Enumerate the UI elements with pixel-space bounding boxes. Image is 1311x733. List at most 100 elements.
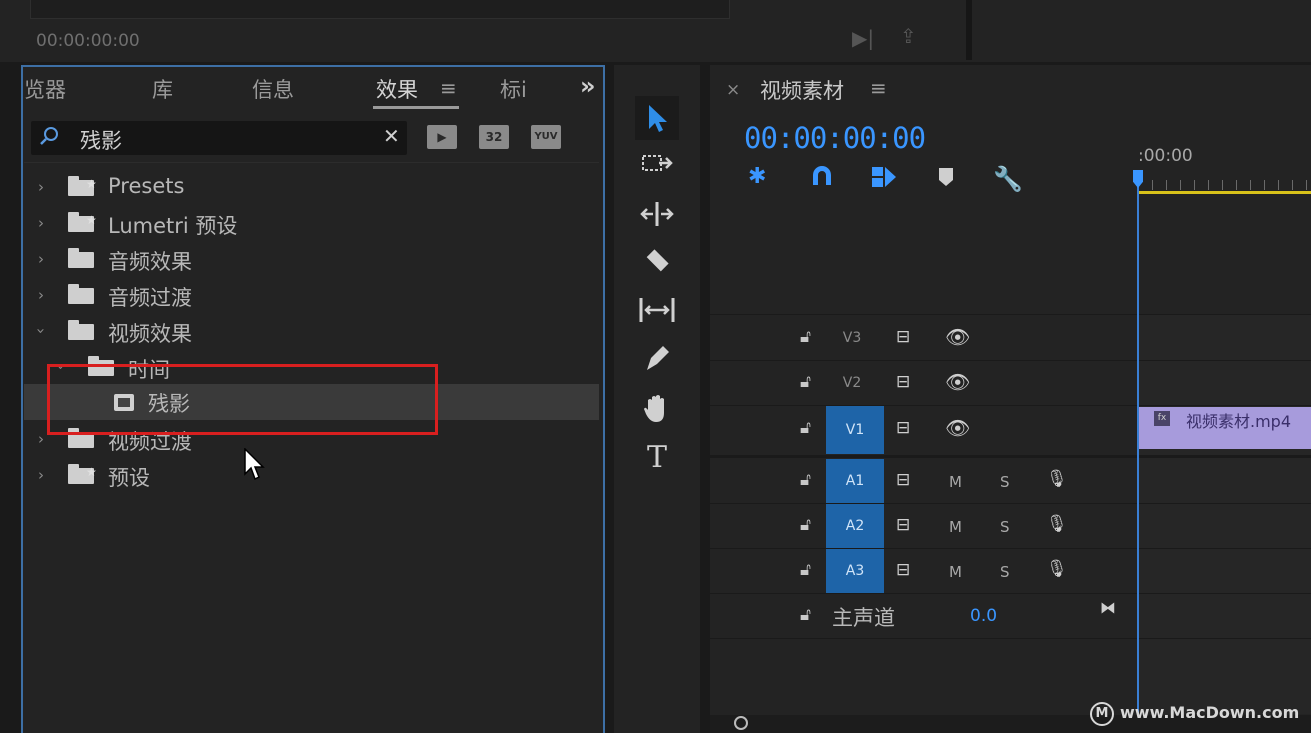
linked-selection-icon[interactable] [870, 164, 898, 194]
tree-item-audio-effects[interactable]: › 音频效果 [24, 242, 599, 278]
tab-browser[interactable]: 览器 [24, 74, 66, 104]
search-icon [40, 126, 60, 146]
chevron-right-icon[interactable]: › [38, 430, 44, 448]
insert-icon[interactable]: ▶| [852, 26, 874, 50]
track-name-a1[interactable]: A1 [826, 459, 884, 503]
sync-lock-icon[interactable]: ⊟ [896, 327, 910, 347]
lock-icon[interactable]: 🔓︎ [800, 560, 811, 580]
export-frame-icon[interactable]: ⇪ [900, 24, 917, 48]
track-divider [710, 360, 1311, 361]
pen-tool-icon[interactable] [635, 336, 679, 380]
track-name-v1[interactable]: V1 [826, 406, 884, 454]
mute-button[interactable]: M [949, 563, 962, 581]
master-track-label: 主声道 [832, 606, 895, 630]
snap-magnet-icon[interactable] [809, 163, 835, 193]
chevron-right-icon[interactable]: › [38, 286, 44, 304]
tree-item-presets[interactable]: › ★ Presets [24, 170, 599, 206]
track-divider [710, 503, 1311, 504]
preset-folder-icon: ★ [68, 212, 97, 232]
microphone-icon[interactable]: 🎙︎ [1046, 514, 1068, 534]
playhead-line[interactable] [1137, 172, 1139, 717]
razor-tool-icon[interactable] [635, 240, 679, 284]
watermark-logo-icon: M [1090, 702, 1114, 726]
type-tool-icon[interactable]: T [635, 436, 679, 480]
chevron-right-icon[interactable]: › [38, 178, 44, 196]
lock-icon[interactable]: 🔓︎ [800, 605, 811, 625]
tree-item-lumetri[interactable]: › ★ Lumetri 预设 [24, 206, 599, 242]
playhead-timecode[interactable]: 00:00:00:00 [744, 121, 926, 155]
mute-button[interactable]: M [949, 473, 962, 491]
tab-info[interactable]: 信息 [252, 74, 294, 104]
fx-badge-icon: fx [1154, 411, 1170, 426]
track-select-tool-icon[interactable] [635, 144, 679, 188]
solo-button[interactable]: S [1000, 563, 1010, 581]
search-input[interactable]: 残影 [80, 125, 122, 155]
track-divider [710, 405, 1311, 406]
track-divider [710, 638, 1311, 639]
more-tabs-icon[interactable]: » [580, 72, 596, 100]
sync-lock-icon[interactable]: ⊟ [896, 372, 910, 392]
32bit-effects-icon[interactable]: 32 [479, 125, 509, 149]
panel-divider [966, 0, 972, 60]
add-marker-icon[interactable] [937, 166, 955, 192]
sync-lock-icon[interactable]: ⊟ [896, 560, 910, 580]
wrench-settings-icon[interactable]: 🔧 [993, 165, 1023, 193]
slip-tool-icon[interactable] [635, 288, 679, 332]
close-icon[interactable]: × [726, 80, 740, 100]
source-timecode[interactable]: 00:00:00:00 [36, 31, 140, 51]
lock-icon[interactable]: 🔓︎ [800, 372, 811, 392]
track-name-a3[interactable]: A3 [826, 549, 884, 593]
track-name-a2[interactable]: A2 [826, 504, 884, 548]
preset-folder-icon: ★ [68, 464, 97, 484]
eye-icon[interactable]: 👁︎ [945, 370, 970, 394]
work-area-bar[interactable] [1138, 191, 1311, 194]
track-content-area[interactable] [1138, 314, 1311, 714]
active-tab-underline [373, 106, 459, 109]
chevron-right-icon[interactable]: › [38, 250, 44, 268]
lock-icon[interactable]: 🔓︎ [800, 515, 811, 535]
sync-lock-icon[interactable]: ⊟ [896, 470, 910, 490]
tree-item-video-effects[interactable]: › 视频效果 [24, 314, 599, 350]
divider [24, 162, 599, 163]
tree-item-audio-transitions[interactable]: › 音频过渡 [24, 278, 599, 314]
lock-icon[interactable]: 🔓︎ [800, 327, 811, 347]
mute-button[interactable]: M [949, 518, 962, 536]
clip-label: 视频素材.mp4 [1186, 412, 1292, 431]
tab-libraries[interactable]: 库 [152, 74, 173, 104]
nest-sequence-icon[interactable]: ✱ [748, 164, 766, 189]
microphone-icon[interactable]: 🎙︎ [1046, 559, 1068, 579]
yuv-effects-icon[interactable]: YUV [531, 125, 561, 149]
expand-tracks-icon[interactable]: ⧓ [1100, 598, 1116, 617]
eye-icon[interactable]: 👁︎ [945, 416, 970, 440]
clear-search-icon[interactable]: ✕ [383, 124, 400, 148]
track-name-v2[interactable]: V2 [823, 361, 881, 405]
chevron-right-icon[interactable]: › [38, 466, 44, 484]
track-name-v3[interactable]: V3 [823, 316, 881, 360]
selection-tool-icon[interactable] [635, 96, 679, 140]
zoom-handle-icon[interactable] [734, 716, 748, 730]
tree-item-presets-cn[interactable]: › ★ 预设 [24, 458, 599, 494]
tab-effects[interactable]: 效果 [376, 74, 418, 104]
solo-button[interactable]: S [1000, 518, 1010, 536]
chevron-down-icon[interactable]: › [32, 328, 50, 334]
accelerated-effects-icon[interactable]: ▶ [427, 125, 457, 149]
tree-item-label: Presets [108, 174, 185, 198]
sequence-tab-title[interactable]: 视频素材 [760, 75, 844, 105]
chevron-right-icon[interactable]: › [38, 214, 44, 232]
hand-tool-icon[interactable] [635, 386, 679, 430]
solo-button[interactable]: S [1000, 473, 1010, 491]
tab-markers[interactable]: 标i [500, 74, 527, 104]
lock-icon[interactable]: 🔓︎ [800, 418, 811, 438]
master-volume-value[interactable]: 0.0 [970, 606, 997, 626]
sync-lock-icon[interactable]: ⊟ [896, 418, 910, 438]
panel-menu-icon[interactable]: ≡ [870, 76, 887, 100]
microphone-icon[interactable]: 🎙︎ [1046, 469, 1068, 489]
tab-effects-menu-icon[interactable]: ≡ [440, 76, 457, 100]
timeline-empty-area [1138, 196, 1311, 314]
mouse-cursor-icon [243, 447, 267, 486]
lock-icon[interactable]: 🔓︎ [800, 470, 811, 490]
eye-icon[interactable]: 👁︎ [945, 325, 970, 349]
ripple-edit-tool-icon[interactable] [635, 192, 679, 236]
preset-folder-icon: ★ [68, 176, 97, 196]
sync-lock-icon[interactable]: ⊟ [896, 515, 910, 535]
